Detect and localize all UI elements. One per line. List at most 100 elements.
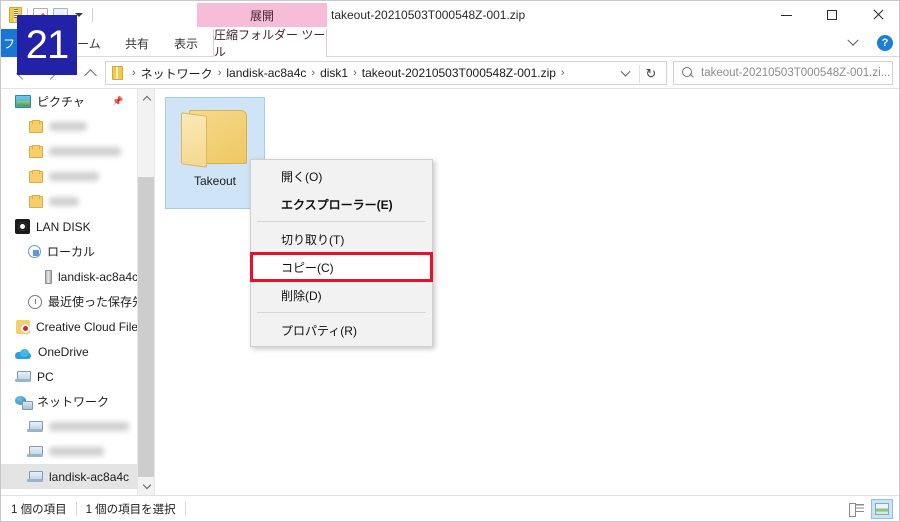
breadcrumb-separator: › <box>217 67 222 79</box>
minimize-button[interactable] <box>763 1 809 29</box>
creative-cloud-icon <box>16 319 30 334</box>
sidebar-item-label <box>49 422 129 431</box>
chevron-down-icon <box>847 34 859 46</box>
scrollbar-thumb[interactable] <box>138 177 155 477</box>
details-view-icon <box>848 503 864 517</box>
scroll-up-button[interactable] <box>138 89 155 106</box>
sidebar-item-ローカル[interactable]: ローカル <box>1 239 137 264</box>
sidebar-item-hidden-4[interactable] <box>1 189 137 214</box>
view-large-icons-button[interactable] <box>871 499 893 519</box>
sidebar-item-pc[interactable]: PC <box>1 364 137 389</box>
help-button[interactable]: ? <box>877 35 893 51</box>
context-menu-item-0[interactable]: 開く(O) <box>251 162 432 190</box>
minimize-icon <box>780 14 792 16</box>
contextual-tab-group-label: 展開 <box>249 8 274 23</box>
sidebar-item-label: Creative Cloud Files <box>36 319 137 334</box>
sidebar-item-hidden-14[interactable] <box>1 439 137 464</box>
sidebar-item-creative-cloud-files[interactable]: Creative Cloud Files <box>1 314 137 339</box>
tab-view-label: 表示 <box>173 36 198 51</box>
view-details-button[interactable] <box>845 499 867 519</box>
sidebar-item-ネットワーク[interactable]: ネットワーク <box>1 389 137 414</box>
refresh-button[interactable]: ↻ <box>640 62 662 86</box>
ribbon-collapse-button[interactable] <box>841 29 865 57</box>
up-button[interactable] <box>77 60 103 86</box>
context-menu-item-wrapper: プロパティ(R) <box>251 316 432 344</box>
local-icon <box>28 245 41 258</box>
folder-icon <box>29 144 43 158</box>
sidebar-item-hidden-1[interactable] <box>1 114 137 139</box>
maximize-button[interactable] <box>809 1 855 29</box>
context-menu-item-5[interactable]: プロパティ(R) <box>251 316 432 344</box>
location-zip-icon <box>112 66 123 80</box>
sidebar-item-lan-disk[interactable]: LAN DISK <box>1 214 137 239</box>
breadcrumb-item-landisk[interactable]: landisk-ac8a4c <box>226 66 306 80</box>
search-box[interactable]: takeout-20210503T000548Z-001.zi... <box>673 61 893 85</box>
chevron-down-icon <box>620 66 630 77</box>
network-pc-icon <box>27 420 43 433</box>
context-menu-item-wrapper: 削除(D) <box>251 281 432 309</box>
view-mode-buttons <box>845 499 893 519</box>
scroll-down-button[interactable] <box>138 478 155 495</box>
sidebar-scrollbar[interactable] <box>137 89 155 495</box>
breadcrumb-separator: › <box>132 67 136 79</box>
context-menu-item-1[interactable]: エクスプローラー(E) <box>251 190 432 218</box>
context-menu[interactable]: 開く(O) エクスプローラー(E) 切り取り(T) コピー(C) 削除(D) プロパティ(… <box>250 159 433 347</box>
sidebar-item-hidden-13[interactable] <box>1 414 137 439</box>
explorer-window: 展開 takeout-20210503T000548Z-001.zip ファイル… <box>0 0 900 522</box>
title-bar: 展開 takeout-20210503T000548Z-001.zip <box>1 1 899 29</box>
ribbon-tab-row: ファイル ホーム 共有 表示 圧縮フォルダー ツール ? <box>1 28 899 59</box>
tab-share[interactable]: 共有 <box>113 29 161 57</box>
navigation-pane[interactable]: ピクチャ 📌 LAN DISK ローカル landisk-ac8a4c 最近使った保存先… <box>1 89 137 495</box>
sidebar-item-label <box>49 447 104 456</box>
address-history-button[interactable] <box>614 62 636 86</box>
close-button[interactable] <box>855 1 899 29</box>
pictures-icon <box>15 95 31 108</box>
context-menu-item-wrapper: エクスプローラー(E) <box>251 190 432 218</box>
folder-icon <box>181 108 249 168</box>
context-menu-item-wrapper: 開く(O) <box>251 162 432 190</box>
sidebar-item-landisk-ac8a4c[interactable]: landisk-ac8a4c <box>1 264 137 289</box>
window-title: takeout-20210503T000548Z-001.zip <box>331 8 526 22</box>
folder-icon <box>29 119 43 133</box>
sidebar-item-label: LAN DISK <box>36 219 91 234</box>
context-menu-item-3[interactable]: コピー(C) <box>251 253 432 281</box>
address-bar: › ネットワーク › landisk-ac8a4c › disk1 › take… <box>1 57 899 89</box>
clock-icon <box>28 294 42 309</box>
breadcrumb[interactable]: › ネットワーク › landisk-ac8a4c › disk1 › take… <box>105 61 667 85</box>
sidebar-item-ピクチャ[interactable]: ピクチャ 📌 <box>1 89 137 114</box>
tab-compressed-folder-tools-label: 圧縮フォルダー ツール <box>214 28 326 59</box>
tab-share-label: 共有 <box>124 36 149 51</box>
close-icon <box>872 9 884 21</box>
status-selection: 1 個の項目を選択 <box>85 503 176 516</box>
breadcrumb-separator: › <box>311 67 316 79</box>
folder-icon <box>29 169 43 183</box>
sidebar-item-label <box>49 172 99 181</box>
breadcrumb-item-network[interactable]: ネットワーク <box>141 65 213 82</box>
pin-icon[interactable]: 📌 <box>112 96 123 107</box>
sidebar-item-hidden-2[interactable] <box>1 139 137 164</box>
context-menu-item-4[interactable]: 削除(D) <box>251 281 432 309</box>
tab-compressed-folder-tools[interactable]: 圧縮フォルダー ツール <box>213 28 327 59</box>
file-tile-label: Takeout <box>193 174 237 188</box>
menu-separator <box>257 312 426 313</box>
search-input[interactable]: takeout-20210503T000548Z-001.zi... <box>701 67 890 79</box>
sidebar-item-label: ピクチャ <box>37 95 85 109</box>
sidebar-item-label: landisk-ac8a4c <box>58 269 137 284</box>
sidebar-item-landisk-ac8a4c[interactable]: landisk-ac8a4c <box>1 464 137 489</box>
sidebar-item-label: 最近使った保存先 <box>48 295 137 309</box>
breadcrumb-item-disk1[interactable]: disk1 <box>320 66 348 80</box>
sidebar-item-label <box>49 147 121 156</box>
context-menu-item-2[interactable]: 切り取り(T) <box>251 225 432 253</box>
maximize-icon <box>827 10 837 20</box>
menu-separator <box>257 221 426 222</box>
sidebar-item-label: ネットワーク <box>37 395 110 409</box>
sidebar-item-hidden-3[interactable] <box>1 164 137 189</box>
breadcrumb-item-zip[interactable]: takeout-20210503T000548Z-001.zip <box>362 66 556 80</box>
breadcrumb-separator: › <box>353 67 357 79</box>
large-icons-view-icon <box>875 503 889 515</box>
sidebar-item-onedrive[interactable]: OneDrive <box>1 339 137 364</box>
sidebar-item-label: PC <box>37 369 54 384</box>
tab-view[interactable]: 表示 <box>163 29 209 57</box>
sidebar-item-最近使った保存先[interactable]: 最近使った保存先 <box>1 289 137 314</box>
chevron-down-icon <box>142 480 151 489</box>
